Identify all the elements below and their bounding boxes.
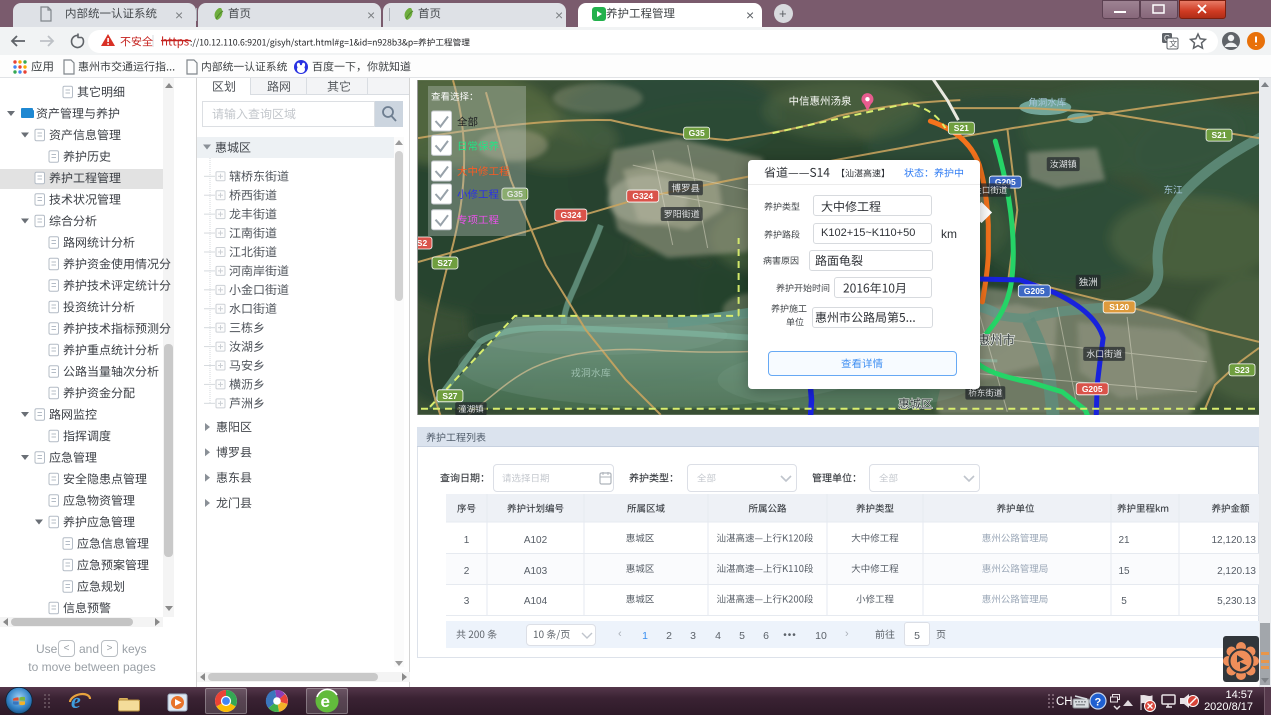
svg-text:G324: G324 (632, 191, 653, 201)
svg-text:?: ? (1095, 697, 1102, 709)
svg-text:e: e (321, 692, 330, 711)
svg-text:G205: G205 (1082, 384, 1103, 394)
svg-text:G35: G35 (689, 128, 705, 138)
svg-text:S23: S23 (1234, 365, 1249, 375)
svg-text:S27: S27 (437, 258, 452, 268)
svg-text:CH: CH (1056, 696, 1073, 708)
svg-text:G205: G205 (1024, 286, 1045, 296)
svg-text:S2: S2 (417, 238, 427, 248)
svg-text:S27: S27 (442, 391, 457, 401)
svg-text:文: 文 (1169, 39, 1177, 49)
svg-text:G324: G324 (560, 210, 581, 220)
svg-text:S21: S21 (1212, 130, 1227, 140)
svg-text:e: e (71, 688, 81, 713)
svg-text:S120: S120 (1109, 302, 1129, 312)
svg-text:S21: S21 (954, 123, 969, 133)
